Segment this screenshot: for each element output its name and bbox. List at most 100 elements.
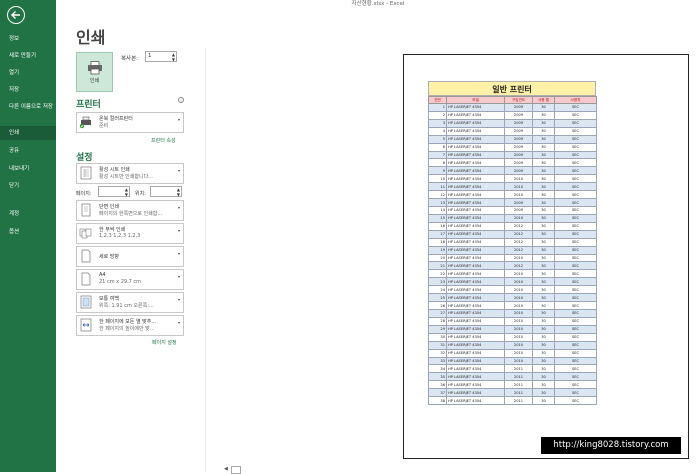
margins-dropdown[interactable]: 보통 여백 위쪽: 1.91 cm 오른쪽:... — [76, 292, 184, 313]
pages-to-label: 위치: — [135, 191, 146, 197]
panel-divider — [205, 48, 206, 472]
pages-from-input[interactable]: ▲ ▼ — [98, 186, 130, 197]
table-cell: 5 — [428, 134, 447, 144]
nav-account[interactable]: 계정 — [0, 211, 56, 218]
table-row: 19 HP LASERJET 4354 2012 30 SEC — [428, 245, 597, 255]
nav-open[interactable]: 열기 — [0, 70, 56, 77]
table-cell: 30 — [532, 134, 555, 144]
duplex-label: 단면 인쇄 — [99, 204, 119, 210]
printer-dropdown[interactable]: 온북 컬러프린터 준비 — [76, 112, 184, 133]
prev-page-icon[interactable]: ◀ — [224, 466, 228, 472]
info-icon[interactable]: i — [178, 97, 184, 103]
table-row: 16 HP LASERJET 4354 2012 30 SEC — [428, 221, 597, 231]
print-scope-dropdown[interactable]: 활성 시트 인쇄 활성 시트만 인쇄합니다... — [76, 163, 184, 184]
collate-dropdown[interactable]: 한 부씩 인쇄 1,2,3 1,2,3 1,2,3 — [76, 223, 184, 244]
nav-export[interactable]: 내보내기 — [0, 166, 56, 173]
nav-print[interactable]: 인쇄 — [0, 126, 56, 140]
table-cell: 2009 — [504, 134, 533, 144]
table-row: 33 HP LASERJET 4354 2010 30 SEC — [428, 356, 597, 366]
copies-spinner-icon[interactable]: ▲ ▼ — [172, 52, 175, 62]
back-arrow-icon — [10, 10, 20, 20]
nav-save[interactable]: 저장 — [0, 87, 56, 94]
nav-new[interactable]: 새로 만들기 — [0, 53, 56, 60]
table-cell: 30 — [532, 174, 555, 184]
table-cell: 14 — [428, 205, 447, 215]
table-cell: 30 — [532, 229, 555, 239]
table-cell: 2010 — [504, 324, 533, 334]
chevron-down-icon — [178, 230, 180, 232]
table-cell: HP LASERJET 4354 — [446, 126, 505, 136]
table-cell: SEC — [554, 237, 597, 247]
copies-input[interactable]: 1 ▲ ▼ — [145, 51, 177, 62]
table-cell: 2010 — [504, 356, 533, 366]
nav-options[interactable]: 옵션 — [0, 229, 56, 236]
table-cell: 18 — [428, 237, 447, 247]
table-cell: SEC — [554, 340, 597, 350]
pages-to-input[interactable]: ▲ ▼ — [150, 186, 182, 197]
chevron-down-icon — [178, 322, 180, 324]
pages-to-spinner-icon[interactable]: ▲ ▼ — [177, 187, 180, 197]
blog-watermark: http://king8028.tistory.com — [541, 437, 681, 454]
column-header: 사용처 — [554, 96, 597, 104]
collate-label: 한 부씩 인쇄 — [99, 227, 126, 233]
current-page-input[interactable] — [231, 466, 241, 474]
printer-section-title: 프린터 — [76, 100, 101, 110]
page-setup-link[interactable]: 페이지 설정 — [152, 339, 177, 346]
table-row: 28 HP LASERJET 4354 2010 30 SEC — [428, 316, 597, 326]
nav-save-as[interactable]: 다른 이름으로 저장 — [0, 104, 54, 111]
table-cell: 2009 — [504, 126, 533, 136]
table-cell: 34 — [428, 364, 447, 374]
table-cell: 23 — [428, 277, 447, 287]
nav-close[interactable]: 닫기 — [0, 183, 56, 190]
paper-size-label: A4 — [99, 272, 106, 278]
table-cell: 30 — [532, 261, 555, 271]
pages-from-spinner-icon[interactable]: ▲ ▼ — [125, 187, 128, 197]
table-cell: HP LASERJET 4354 — [446, 221, 505, 231]
scaling-label: 한 페이지에 모든 열 맞추... — [99, 319, 157, 325]
table-row: 12 HP LASERJET 4354 2010 30 SEC — [428, 190, 597, 200]
table-row: 35 HP LASERJET 4354 2011 30 SEC — [428, 372, 597, 382]
table-cell: SEC — [554, 221, 597, 231]
chevron-down-icon — [178, 299, 180, 301]
nav-share[interactable]: 공유 — [0, 148, 56, 155]
nav-info[interactable]: 정보 — [0, 36, 56, 43]
table-cell: HP LASERJET 4354 — [446, 142, 505, 152]
chevron-down-icon — [178, 253, 180, 255]
table-cell: 19 — [428, 245, 447, 255]
printer-device-icon — [79, 116, 91, 129]
table-cell: 30 — [532, 293, 555, 303]
table-cell: 2010 — [504, 213, 533, 223]
table-cell: 2010 — [504, 308, 533, 318]
table-cell: 10 — [428, 174, 447, 184]
table-row: 7 HP LASERJET 4354 2009 30 SEC — [428, 150, 597, 160]
table-cell: 30 — [532, 332, 555, 342]
printer-status: 준비 — [99, 123, 109, 129]
table-row: 30 HP LASERJET 4354 2010 30 SEC — [428, 332, 597, 342]
duplex-dropdown[interactable]: 단면 인쇄 페이지의 한쪽면으로 인쇄합... — [76, 200, 184, 221]
scaling-dropdown[interactable]: 한 페이지에 모든 열 맞추... 한 페이지의 높이에만 맞... — [76, 315, 184, 336]
table-cell: SEC — [554, 229, 597, 239]
page-navigator[interactable]: ◀ — [224, 466, 241, 474]
chevron-down-icon — [178, 119, 180, 121]
margins-desc: 위쪽: 1.91 cm 오른쪽:... — [99, 303, 154, 309]
table-cell: 30 — [532, 308, 555, 318]
duplex-desc: 페이지의 한쪽면으로 인쇄합... — [99, 211, 163, 217]
paper-size-dropdown[interactable]: A4 21 cm x 29.7 cm — [76, 269, 184, 290]
table-cell: 30 — [532, 316, 555, 326]
back-button[interactable] — [7, 6, 25, 24]
table-cell: HP LASERJET 4354 — [446, 261, 505, 271]
table-cell: 22 — [428, 269, 447, 279]
table-cell: SEC — [554, 293, 597, 303]
print-button[interactable]: 인쇄 — [76, 52, 113, 92]
table-cell: HP LASERJET 4354 — [446, 213, 505, 223]
table-cell: HP LASERJET 4354 — [446, 324, 505, 334]
table-cell: 2009 — [504, 166, 533, 176]
table-cell: HP LASERJET 4354 — [446, 253, 505, 263]
table-row: 36 HP LASERJET 4354 2011 30 SEC — [428, 380, 597, 390]
paper-icon — [81, 272, 91, 286]
table-cell: 26 — [428, 301, 447, 310]
table-cell: 30 — [532, 388, 555, 398]
orientation-dropdown[interactable]: 세로 방향 — [76, 246, 184, 267]
printer-properties-link[interactable]: 프린터 속성 — [151, 137, 176, 144]
table-cell: SEC — [554, 356, 597, 366]
